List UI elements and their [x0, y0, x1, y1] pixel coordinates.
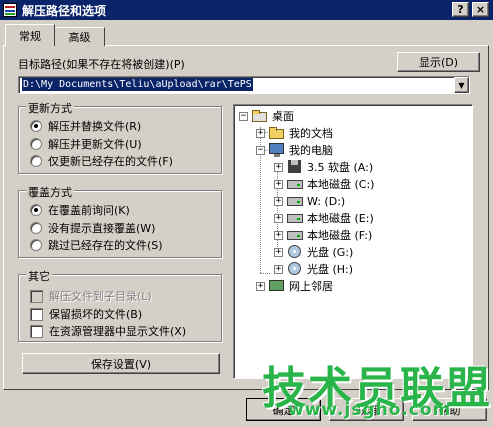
help-title-button[interactable]: ?: [452, 2, 469, 17]
update-replace-label: 解压并替换文件(R): [48, 120, 142, 133]
tree-drive-d[interactable]: + W: (D:): [274, 192, 345, 210]
chevron-down-icon: ▼: [458, 80, 465, 90]
update-existing-radio[interactable]: 仅更新已经存在的文件(F): [30, 152, 173, 170]
overwrite-mode-label: 覆盖方式: [26, 184, 74, 200]
collapse-icon: −: [239, 110, 248, 121]
keep-broken-checkbox[interactable]: 保留损坏的文件(B): [30, 305, 142, 323]
expand-icon: +: [256, 280, 265, 291]
collapse-icon: −: [256, 144, 265, 155]
update-existing-label: 仅更新已经存在的文件(F): [48, 155, 173, 168]
folder-tree[interactable]: − 桌面 + 我的文档 − 我的电脑 + 3.5 软盘 (A:) + 本地磁盘 …: [233, 104, 473, 379]
tree-network[interactable]: + 网上邻居: [256, 277, 333, 295]
tree-drive-label: 光盘 (H:): [307, 263, 354, 276]
tree-drive-label: W: (D:): [307, 194, 346, 208]
tree-drive-f[interactable]: + 本地磁盘 (F:): [274, 226, 372, 244]
tree-drive-label: 光盘 (G:): [307, 246, 354, 259]
tab-advanced-label: 高级: [68, 31, 91, 44]
tree-network-label: 网上邻居: [289, 280, 333, 293]
tree-drive-label: 本地磁盘 (F:): [307, 229, 373, 242]
tree-desktop[interactable]: − 桌面: [239, 107, 294, 125]
title-bar: 解压路径和选项 ? ×: [0, 0, 493, 20]
tree-my-documents-label: 我的文档: [289, 127, 333, 140]
target-path-input[interactable]: D:\My Documents\Teliu\aUpload\rar\TePS: [22, 78, 253, 91]
tree-drive-label: 3.5 软盘 (A:): [307, 161, 374, 174]
extract-to-subfolder-checkbox[interactable]: 解压文件到子目录(L): [30, 287, 152, 305]
tree-drive-g[interactable]: + 光盘 (G:): [274, 243, 353, 261]
checkbox-icon: [30, 307, 43, 321]
tree-drive-a[interactable]: + 3.5 软盘 (A:): [274, 158, 373, 176]
folder-icon: [269, 126, 285, 140]
overwrite-skip-radio[interactable]: 跳过已经存在的文件(S): [30, 236, 163, 254]
floppy-icon: [287, 160, 303, 174]
expand-icon: +: [274, 246, 283, 257]
expand-icon: +: [274, 229, 283, 240]
overwrite-ask-label: 在覆盖前询问(K): [48, 204, 130, 217]
expand-icon: +: [274, 161, 283, 172]
window-title: 解压路径和选项: [22, 3, 107, 18]
expand-icon: +: [274, 178, 283, 189]
tab-advanced[interactable]: 高级: [55, 27, 105, 46]
show-in-explorer-label: 在资源管理器中显示文件(X): [49, 325, 187, 338]
update-freshen-radio[interactable]: 解压并更新文件(U): [30, 135, 142, 153]
update-replace-radio[interactable]: 解压并替换文件(R): [30, 117, 141, 135]
hard-drive-icon: [287, 211, 303, 225]
overwrite-ask-radio[interactable]: 在覆盖前询问(K): [30, 201, 130, 219]
path-dropdown-button[interactable]: ▼: [454, 77, 469, 93]
target-path-combo[interactable]: D:\My Documents\Teliu\aUpload\rar\TePS ▼: [18, 76, 470, 94]
target-path-label: 目标路径(如果不存在将被创建)(P): [18, 58, 185, 71]
app-icon: [3, 3, 17, 17]
overwrite-skip-label: 跳过已经存在的文件(S): [48, 239, 163, 252]
tab-general[interactable]: 常规: [5, 24, 55, 46]
hard-drive-icon: [287, 194, 303, 208]
tree-drive-label: 本地磁盘 (C:): [307, 178, 375, 191]
radio-icon: [30, 138, 42, 150]
expand-icon: +: [274, 263, 283, 274]
radio-icon: [30, 120, 42, 132]
radio-icon: [30, 204, 42, 216]
tab-general-label: 常规: [19, 29, 41, 43]
network-icon: [269, 279, 285, 293]
watermark-url: www.jsgho.com: [288, 400, 452, 420]
show-in-explorer-checkbox[interactable]: 在资源管理器中显示文件(X): [30, 322, 186, 340]
tree-drive-c[interactable]: + 本地磁盘 (C:): [274, 175, 374, 193]
checkbox-icon: [30, 289, 43, 303]
hard-drive-icon: [287, 177, 303, 191]
cd-drive-icon: [287, 262, 303, 276]
radio-icon: [30, 155, 42, 167]
misc-label: 其它: [26, 268, 52, 284]
overwrite-silent-radio[interactable]: 没有提示直接覆盖(W): [30, 219, 155, 237]
tree-drive-h[interactable]: + 光盘 (H:): [274, 260, 353, 278]
expand-icon: +: [274, 212, 283, 223]
desktop-icon: [252, 109, 268, 123]
keep-broken-label: 保留损坏的文件(B): [49, 308, 143, 321]
close-title-button[interactable]: ×: [472, 2, 489, 17]
update-mode-label: 更新方式: [26, 100, 74, 116]
cd-drive-icon: [287, 245, 303, 259]
tree-my-computer-label: 我的电脑: [289, 144, 333, 157]
hard-drive-icon: [287, 228, 303, 242]
expand-icon: +: [274, 195, 283, 206]
tree-my-documents[interactable]: + 我的文档: [256, 124, 333, 142]
update-freshen-label: 解压并更新文件(U): [48, 138, 142, 151]
tree-my-computer[interactable]: − 我的电脑: [256, 141, 333, 159]
extract-to-subfolder-label: 解压文件到子目录(L): [49, 290, 152, 303]
overwrite-silent-label: 没有提示直接覆盖(W): [48, 222, 156, 235]
computer-icon: [269, 143, 285, 157]
radio-icon: [30, 222, 42, 234]
tree-desktop-label: 桌面: [272, 110, 294, 123]
show-button[interactable]: 显示(D): [397, 52, 480, 72]
tree-drive-e[interactable]: + 本地磁盘 (E:): [274, 209, 374, 227]
checkbox-icon: [30, 324, 43, 338]
save-settings-button[interactable]: 保存设置(V): [22, 353, 220, 374]
expand-icon: +: [256, 127, 265, 138]
radio-icon: [30, 239, 42, 251]
tree-drive-label: 本地磁盘 (E:): [307, 212, 374, 225]
